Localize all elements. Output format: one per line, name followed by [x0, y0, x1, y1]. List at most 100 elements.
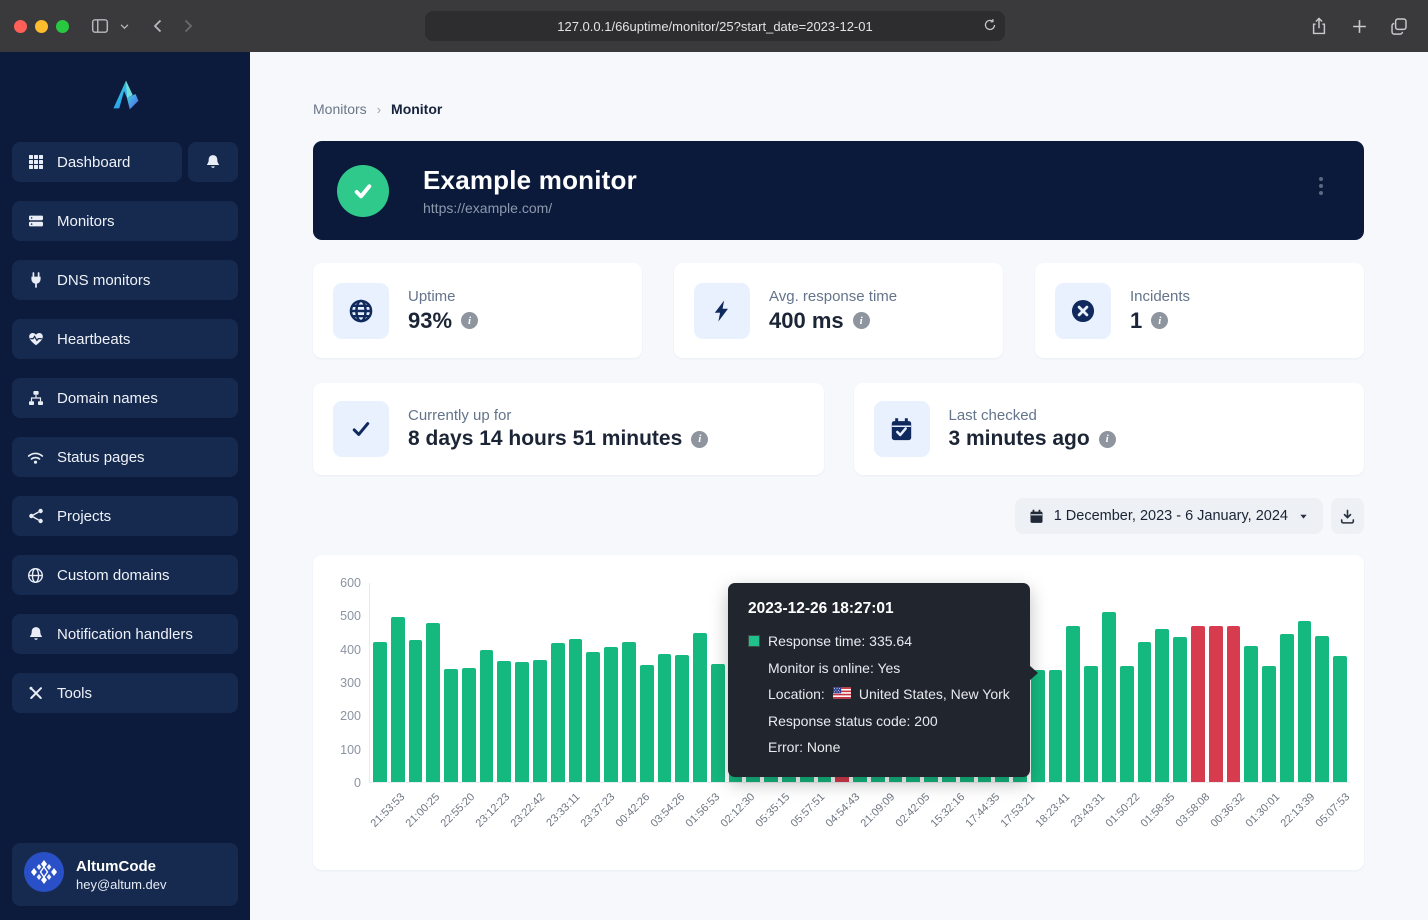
bolt-icon	[694, 283, 750, 339]
chart-bar-down[interactable]	[1209, 626, 1223, 782]
chart-bar-up[interactable]	[1155, 629, 1169, 782]
chart-bar-up[interactable]	[1031, 670, 1045, 782]
chart-bar-up[interactable]	[373, 642, 387, 782]
stat-card-uptime: Uptime93%i	[313, 263, 642, 358]
tab-overview-icon[interactable]	[1384, 11, 1414, 41]
info-icon[interactable]: i	[1151, 312, 1168, 329]
chart-bar-up[interactable]	[1102, 612, 1116, 782]
y-tick-label: 300	[340, 676, 361, 690]
back-button[interactable]	[143, 11, 173, 41]
monitor-title: Example monitor	[423, 165, 637, 196]
chart-bar-up[interactable]	[586, 652, 600, 782]
download-chart-button[interactable]	[1331, 498, 1364, 534]
notifications-button[interactable]	[188, 142, 238, 182]
chart-bar-up[interactable]	[1066, 626, 1080, 782]
tooltip-timestamp: 2023-12-26 18:27:01	[748, 600, 1010, 618]
chart-bar-up[interactable]	[622, 642, 636, 782]
x-tick-label: 21:09:09	[860, 783, 895, 845]
minimize-window-button[interactable]	[35, 20, 48, 33]
sidebar-item-heartbeats[interactable]: Heartbeats	[12, 319, 238, 359]
chart-bar-up[interactable]	[640, 665, 654, 782]
sidebar-item-monitors[interactable]: Monitors	[12, 201, 238, 241]
chart-bar-down[interactable]	[1191, 626, 1205, 782]
chart-bar-up[interactable]	[551, 643, 565, 782]
sidebar-item-label: Monitors	[57, 213, 115, 230]
sidebar-item-status-pages[interactable]: Status pages	[12, 437, 238, 477]
monitor-menu-button[interactable]	[1314, 177, 1328, 195]
chart-bar-up[interactable]	[1262, 666, 1276, 782]
chart-bar-up[interactable]	[711, 664, 725, 782]
sidebar-nav: Dashboard Monitors DNS monitors Heartbeats…	[0, 142, 250, 732]
new-tab-icon[interactable]	[1344, 11, 1374, 41]
account-card[interactable]: AltumCode hey@altum.dev	[12, 843, 238, 906]
zoom-window-button[interactable]	[56, 20, 69, 33]
chart-bar-up[interactable]	[444, 669, 458, 782]
chart-bar-up[interactable]	[1333, 656, 1347, 782]
chart-bar-up[interactable]	[1120, 666, 1134, 782]
close-window-button[interactable]	[14, 20, 27, 33]
sidebar-item-notification-handlers[interactable]: Notification handlers	[12, 614, 238, 654]
reload-icon[interactable]	[983, 18, 997, 35]
chart-bar-up[interactable]	[409, 640, 423, 782]
sidebar-item-domain-names[interactable]: Domain names	[12, 378, 238, 418]
address-bar[interactable]: 127.0.0.1/66uptime/monitor/25?start_date…	[425, 11, 1005, 41]
stat-value: 1	[1130, 308, 1142, 334]
chart-bar-up[interactable]	[1280, 634, 1294, 782]
browser-chrome: 127.0.0.1/66uptime/monitor/25?start_date…	[0, 0, 1428, 52]
chart-bar-up[interactable]	[391, 617, 405, 782]
sidebar-item-dashboard[interactable]: Dashboard	[12, 142, 182, 182]
tooltip-response-time: Response time: 335.64	[768, 628, 912, 655]
forward-button[interactable]	[173, 11, 203, 41]
chart-bar-down[interactable]	[1227, 626, 1241, 782]
chart-bar-up[interactable]	[462, 668, 476, 782]
x-circle-icon	[1055, 283, 1111, 339]
sidebar-item-dns-monitors[interactable]: DNS monitors	[12, 260, 238, 300]
sidebar-item-label: Tools	[57, 685, 92, 702]
x-tick-label: 04:54:43	[825, 783, 860, 845]
x-tick-label: 23:12:23	[475, 783, 510, 845]
stat-value: 8 days 14 hours 51 minutes	[408, 427, 682, 451]
sidebar-item-custom-domains[interactable]: Custom domains	[12, 555, 238, 595]
chart-bar-up[interactable]	[1138, 642, 1152, 782]
breadcrumb-monitors-link[interactable]: Monitors	[313, 101, 367, 117]
chart-bar-up[interactable]	[658, 654, 672, 782]
chart-bar-up[interactable]	[693, 633, 707, 782]
chart-bar-up[interactable]	[1315, 636, 1329, 782]
chevron-down-icon[interactable]	[115, 11, 133, 41]
chart-bar-up[interactable]	[1049, 670, 1063, 782]
chart-bar-up[interactable]	[515, 662, 529, 782]
chart-bar-up[interactable]	[497, 661, 511, 782]
globe-solid-icon	[333, 283, 389, 339]
chart-bar-up[interactable]	[675, 655, 689, 782]
date-range-picker[interactable]: 1 December, 2023 - 6 January, 2024	[1015, 498, 1323, 534]
info-icon[interactable]: i	[853, 312, 870, 329]
chart-bar-up[interactable]	[604, 647, 618, 782]
sidebar-item-label: Projects	[57, 508, 111, 525]
info-icon[interactable]: i	[1099, 431, 1116, 448]
sidebar-item-projects[interactable]: Projects	[12, 496, 238, 536]
x-tick-label: 00:36:32	[1210, 783, 1245, 845]
app-logo[interactable]	[0, 72, 250, 118]
sidebar-toggle-icon[interactable]	[85, 11, 115, 41]
chart-bar-up[interactable]	[1298, 621, 1312, 782]
stat-label: Avg. response time	[769, 288, 897, 305]
chart-bar-up[interactable]	[1084, 666, 1098, 782]
x-tick-label: 01:30:01	[1245, 783, 1280, 845]
chart-toolbar: 1 December, 2023 - 6 January, 2024	[313, 498, 1364, 534]
sidebar-item-tools[interactable]: Tools	[12, 673, 238, 713]
wifi-icon	[27, 449, 44, 466]
series-swatch-icon	[748, 635, 760, 647]
chart-bar-up[interactable]	[1173, 637, 1187, 782]
url-text: 127.0.0.1/66uptime/monitor/25?start_date…	[557, 19, 872, 34]
info-icon[interactable]: i	[461, 312, 478, 329]
chart-bar-up[interactable]	[426, 623, 440, 782]
x-tick-label: 23:43:31	[1070, 783, 1105, 845]
share-icon[interactable]	[1304, 11, 1334, 41]
chart-bar-up[interactable]	[1244, 646, 1258, 782]
chart-bar-up[interactable]	[480, 650, 494, 782]
info-icon[interactable]: i	[691, 431, 708, 448]
chart-x-axis: 21:53:5321:00:2522:55:2023:12:2323:22:42…	[370, 783, 1350, 845]
chart-bar-up[interactable]	[569, 639, 583, 782]
stat-label: Last checked	[949, 407, 1116, 424]
chart-bar-up[interactable]	[533, 660, 547, 782]
